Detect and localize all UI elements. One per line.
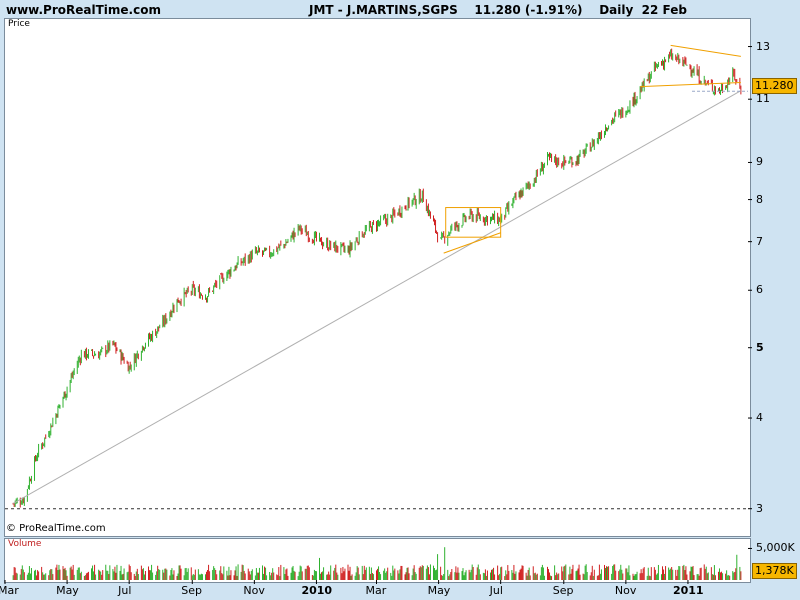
price-tick-label: 4 [756, 411, 763, 425]
x-tick-label: 2011 [672, 584, 704, 597]
chart-canvas [4, 44, 752, 584]
chart-window: www.ProRealTime.com JMT - J.MARTINS,SGPS… [0, 0, 800, 600]
x-tick-label: Nov [614, 584, 637, 597]
last-volume-badge: 1,378K [752, 563, 797, 579]
price-tick-label: 7 [756, 234, 763, 248]
pattern-line [670, 44, 741, 57]
price-tick-label: 13 [756, 39, 770, 53]
x-tick-label: Nov [243, 584, 265, 597]
x-tick-label: Sep [552, 584, 574, 597]
volume-tick-label: 5,000K [756, 541, 795, 555]
x-tick-label: Mar [0, 584, 19, 597]
price-tick-label: 11 [756, 92, 770, 106]
price-tick-label: 6 [756, 283, 763, 297]
trendline [12, 90, 742, 504]
x-tick-label: Jul [118, 584, 132, 597]
price-tick-label: 3 [756, 501, 763, 515]
consolidation-box [445, 207, 502, 238]
x-tick-label: May [56, 584, 79, 597]
price-tick-label: 8 [756, 192, 763, 206]
pattern-line [443, 232, 501, 254]
x-tick-label: 2010 [301, 584, 333, 597]
x-tick-label: May [427, 584, 451, 597]
x-tick-label: Jul [489, 584, 503, 597]
price-tick-label: 5 [756, 340, 764, 354]
x-tick-label: Sep [181, 584, 202, 597]
price-tick-label: 9 [756, 155, 763, 169]
x-tick-label: Mar [365, 584, 387, 597]
